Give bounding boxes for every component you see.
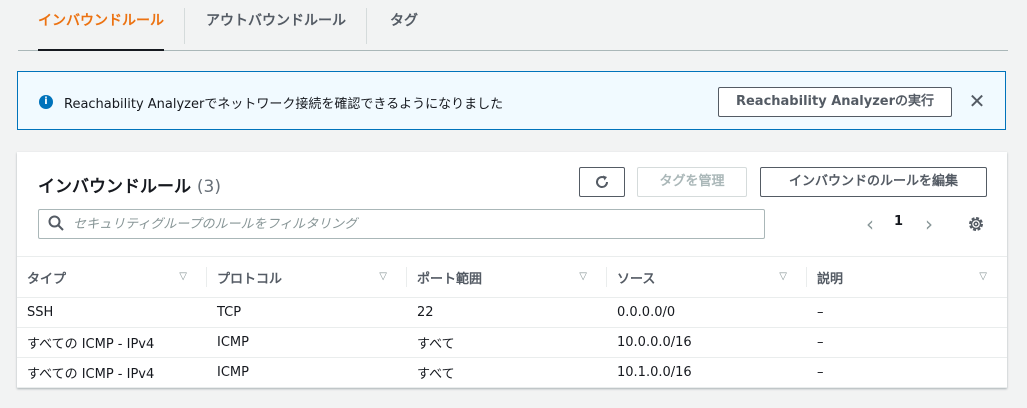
cell-port-range: 22	[407, 297, 607, 328]
refresh-button[interactable]	[579, 167, 625, 197]
filter-search-box	[38, 209, 765, 239]
tab-divider	[366, 8, 367, 44]
panel-title: インバウンドルール (3)	[38, 172, 221, 197]
tab-divider	[184, 8, 185, 44]
tab-outbound-rules[interactable]: アウトバウンドルール	[206, 0, 346, 50]
column-header-source[interactable]: ソース ▽	[607, 256, 807, 298]
column-label: ソース	[617, 271, 656, 287]
sort-down-icon[interactable]: ▽	[179, 271, 187, 282]
sort-down-icon[interactable]: ▽	[779, 271, 787, 282]
cell-type: すべての ICMP - IPv4	[17, 327, 207, 358]
cell-source: 10.1.0.0/16	[607, 357, 807, 388]
refresh-icon	[596, 175, 609, 188]
cell-protocol: ICMP	[207, 357, 407, 388]
cell-type: SSH	[17, 297, 207, 328]
column-header-protocol[interactable]: プロトコル ▽	[207, 256, 407, 298]
tab-inbound-rules[interactable]: インバウンドルール	[38, 0, 164, 51]
info-flash-banner: i Reachability Analyzerでネットワーク接続を確認できるよう…	[17, 71, 1006, 130]
run-reachability-analyzer-button[interactable]: Reachability Analyzerの実行	[718, 87, 952, 117]
info-icon: i	[39, 95, 53, 109]
cell-description: –	[807, 357, 1007, 388]
chevron-right-icon[interactable]: ›	[921, 212, 937, 236]
cell-port-range: すべて	[407, 357, 607, 388]
page-number[interactable]: 1	[894, 214, 903, 229]
edit-inbound-rules-button[interactable]: インバウンドのルールを編集	[760, 167, 987, 197]
column-header-port-range[interactable]: ポート範囲 ▽	[407, 256, 607, 298]
inbound-rules-panel: インバウンドルール (3) タグを管理 インバウンドのルールを編集 ‹ 1 › …	[17, 152, 1007, 388]
column-header-type[interactable]: タイプ ▽	[17, 256, 207, 298]
column-label: 説明	[817, 271, 844, 287]
table-row[interactable]: SSH TCP 22 0.0.0.0/0 –	[17, 297, 1007, 328]
flash-message: Reachability Analyzerでネットワーク接続を確認できるようにな…	[64, 97, 504, 112]
sort-down-icon[interactable]: ▽	[979, 271, 987, 282]
column-label: タイプ	[27, 271, 67, 287]
tab-bar: インバウンドルール アウトバウンドルール タグ	[18, 0, 1008, 51]
cell-port-range: すべて	[407, 327, 607, 358]
sort-down-icon[interactable]: ▽	[579, 271, 587, 282]
column-header-description[interactable]: 説明 ▽	[807, 256, 1007, 298]
search-icon	[48, 215, 64, 231]
cell-source: 10.0.0.0/16	[607, 327, 807, 358]
cell-type: すべての ICMP - IPv4	[17, 357, 207, 388]
table-row[interactable]: すべての ICMP - IPv4 ICMP すべて 10.1.0.0/16 –	[17, 357, 1007, 388]
column-label: ポート範囲	[417, 271, 483, 287]
panel-title-text: インバウンドルール	[38, 177, 191, 197]
close-icon[interactable]: ✕	[967, 89, 987, 113]
filter-input[interactable]	[73, 214, 753, 234]
table-row[interactable]: すべての ICMP - IPv4 ICMP すべて 10.0.0.0/16 –	[17, 327, 1007, 358]
manage-tags-button[interactable]: タグを管理	[637, 167, 747, 197]
cell-description: –	[807, 327, 1007, 358]
gear-icon[interactable]	[967, 215, 985, 233]
sort-down-icon[interactable]: ▽	[379, 271, 387, 282]
column-label: プロトコル	[217, 271, 283, 287]
tab-tags[interactable]: タグ	[390, 0, 418, 50]
cell-protocol: ICMP	[207, 327, 407, 358]
cell-source: 0.0.0.0/0	[607, 297, 807, 328]
rules-table: タイプ ▽ プロトコル ▽ ポート範囲 ▽ ソース ▽ 説明 ▽ SSH TCP 22 0…	[17, 256, 1007, 388]
chevron-left-icon[interactable]: ‹	[862, 212, 878, 236]
cell-protocol: TCP	[207, 297, 407, 328]
rule-count: (3)	[196, 177, 222, 197]
cell-description: –	[807, 297, 1007, 328]
table-header-row: タイプ ▽ プロトコル ▽ ポート範囲 ▽ ソース ▽ 説明 ▽	[17, 256, 1007, 298]
